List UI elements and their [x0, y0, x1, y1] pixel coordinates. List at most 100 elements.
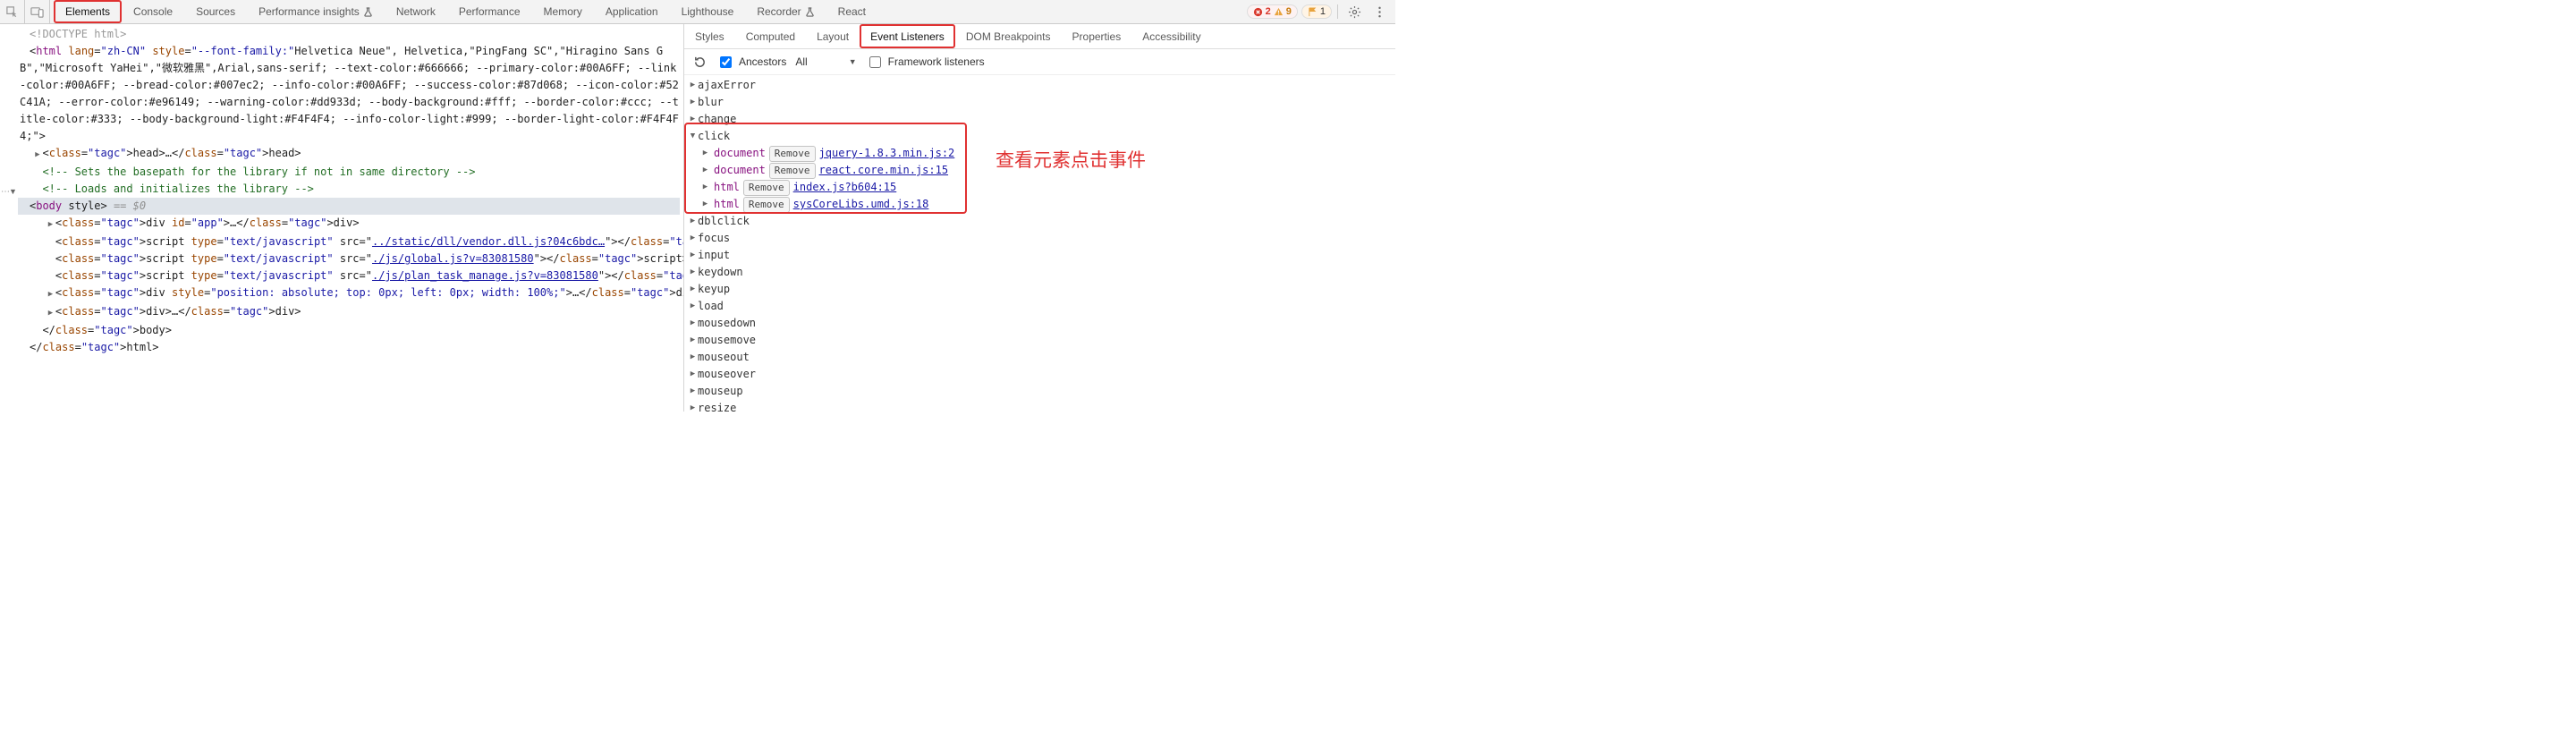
event-category-resize[interactable]: ▶resize: [688, 400, 1392, 412]
ancestors-label: Ancestors: [739, 55, 786, 68]
event-category-mousemove[interactable]: ▶mousemove: [688, 332, 1392, 349]
event-category-label: dblclick: [698, 213, 750, 230]
disclosure-icon: ▶: [688, 315, 698, 332]
event-category-blur[interactable]: ▶blur: [688, 94, 1392, 111]
disclosure-icon[interactable]: ▶: [700, 196, 710, 213]
event-listener-item: ▶html Remove sysCoreLibs.umd.js:18: [688, 196, 1392, 213]
disclosure-icon: ▼: [688, 128, 698, 145]
listener-source-link[interactable]: react.core.min.js:15: [819, 162, 949, 179]
gutter-expand-icon[interactable]: ▼: [9, 187, 17, 196]
event-category-mouseover[interactable]: ▶mouseover: [688, 366, 1392, 383]
source-link[interactable]: ../static/dll/vendor.dll.js?04c6bdc…: [372, 235, 605, 248]
dom-line[interactable]: </class="tagc">body>: [18, 322, 680, 339]
event-category-load[interactable]: ▶load: [688, 298, 1392, 315]
event-category-input[interactable]: ▶input: [688, 247, 1392, 264]
subtab-computed[interactable]: Computed: [735, 24, 806, 48]
event-category-keydown[interactable]: ▶keydown: [688, 264, 1392, 281]
source-link[interactable]: ./js/plan_task_manage.js?v=83081580: [372, 269, 598, 282]
remove-listener-button[interactable]: Remove: [769, 146, 816, 162]
dom-line[interactable]: ▶<class="tagc">div>…</class="tagc">div>: [18, 303, 680, 322]
remove-listener-button[interactable]: Remove: [769, 163, 816, 179]
device-toolbar-button[interactable]: [25, 0, 50, 23]
warning-icon: [1274, 7, 1284, 17]
tab-elements[interactable]: Elements: [54, 0, 122, 23]
elements-dom-pane: ⋯ ▼ <!DOCTYPE html><html lang="zh-CN" st…: [0, 24, 684, 412]
dom-line[interactable]: ▶<class="tagc">div id="app">…</class="ta…: [18, 215, 680, 233]
filter-dropdown[interactable]: All ▼: [795, 55, 856, 68]
event-category-label: focus: [698, 230, 730, 247]
tab-react[interactable]: React: [826, 0, 877, 23]
ancestors-checkbox[interactable]: Ancestors: [716, 54, 786, 71]
event-category-keyup[interactable]: ▶keyup: [688, 281, 1392, 298]
subtab-dom-breakpoints[interactable]: DOM Breakpoints: [955, 24, 1062, 48]
ancestors-checkbox-input[interactable]: [720, 56, 732, 68]
event-listeners-toolbar: Ancestors All ▼ Framework listeners: [684, 49, 1395, 75]
listener-source-link[interactable]: index.js?b604:15: [793, 179, 897, 196]
event-category-click[interactable]: ▼click: [688, 128, 1392, 145]
event-category-label: change: [698, 111, 736, 128]
dom-line[interactable]: <!-- Sets the basepath for the library i…: [18, 164, 680, 181]
refresh-button[interactable]: [691, 51, 708, 72]
settings-button[interactable]: [1343, 1, 1365, 22]
disclosure-icon[interactable]: ▶: [700, 179, 710, 196]
disclosure-icon: ▶: [688, 281, 698, 298]
dom-line[interactable]: <html lang="zh-CN" style="--font-family:…: [18, 43, 680, 145]
event-category-ajaxError[interactable]: ▶ajaxError: [688, 77, 1392, 94]
subtab-styles[interactable]: Styles: [684, 24, 735, 48]
dom-line-selected[interactable]: <body style> == $0: [18, 198, 680, 215]
tab-recorder[interactable]: Recorder: [745, 0, 826, 23]
tab-performance[interactable]: Performance: [447, 0, 532, 23]
remove-listener-button[interactable]: Remove: [743, 197, 790, 213]
event-category-change[interactable]: ▶change: [688, 111, 1392, 128]
source-link[interactable]: ./js/global.js?v=83081580: [372, 252, 534, 265]
more-menu-button[interactable]: [1368, 1, 1390, 22]
tab-label: Performance insights: [258, 5, 360, 18]
tab-memory[interactable]: Memory: [532, 0, 594, 23]
tab-label: React: [838, 5, 866, 18]
dom-line[interactable]: <!DOCTYPE html>: [18, 26, 680, 43]
error-warning-badge[interactable]: 2 9: [1247, 4, 1298, 19]
dom-line[interactable]: </class="tagc">html>: [18, 339, 680, 356]
event-category-mousedown[interactable]: ▶mousedown: [688, 315, 1392, 332]
error-icon: [1253, 7, 1263, 17]
tab-application[interactable]: Application: [594, 0, 670, 23]
remove-listener-button[interactable]: Remove: [743, 180, 790, 196]
subtab-accessibility[interactable]: Accessibility: [1131, 24, 1211, 48]
disclosure-icon: ▶: [688, 383, 698, 400]
subtab-layout[interactable]: Layout: [806, 24, 860, 48]
tab-console[interactable]: Console: [122, 0, 184, 23]
event-category-focus[interactable]: ▶focus: [688, 230, 1392, 247]
dom-line[interactable]: <class="tagc">script type="text/javascri…: [18, 267, 680, 284]
inspect-element-button[interactable]: [0, 0, 25, 23]
listener-source-link[interactable]: jquery-1.8.3.min.js:2: [819, 145, 955, 162]
event-category-mouseup[interactable]: ▶mouseup: [688, 383, 1392, 400]
issues-badge[interactable]: 1: [1301, 4, 1332, 19]
framework-listeners-checkbox[interactable]: Framework listeners: [866, 54, 985, 71]
dom-line[interactable]: <!-- Loads and initializes the library -…: [18, 181, 680, 198]
subtab-properties[interactable]: Properties: [1062, 24, 1132, 48]
tab-sources[interactable]: Sources: [184, 0, 247, 23]
tab-network[interactable]: Network: [385, 0, 447, 23]
tab-lighthouse[interactable]: Lighthouse: [670, 0, 746, 23]
dom-line[interactable]: ▶<class="tagc">div style="position: abso…: [18, 284, 680, 303]
subtab-event-listeners[interactable]: Event Listeners: [860, 24, 955, 48]
event-category-label: mouseover: [698, 366, 756, 383]
tab-label: Memory: [544, 5, 582, 18]
listener-scope: html: [714, 196, 740, 213]
beta-flask-icon: [363, 7, 373, 17]
listener-scope: document: [714, 162, 766, 179]
tab-performance-insights[interactable]: Performance insights: [247, 0, 385, 23]
disclosure-icon: ▶: [688, 94, 698, 111]
dom-line[interactable]: <class="tagc">script type="text/javascri…: [18, 250, 680, 267]
event-category-mouseout[interactable]: ▶mouseout: [688, 349, 1392, 366]
disclosure-icon[interactable]: ▶: [700, 162, 710, 179]
dom-line[interactable]: ▶<class="tagc">head>…</class="tagc">head…: [18, 145, 680, 164]
event-category-dblclick[interactable]: ▶dblclick: [688, 213, 1392, 230]
tab-label: Recorder: [757, 5, 801, 18]
disclosure-icon: ▶: [688, 213, 698, 230]
listener-scope: document: [714, 145, 766, 162]
dom-line[interactable]: <class="tagc">script type="text/javascri…: [18, 233, 680, 250]
listener-source-link[interactable]: sysCoreLibs.umd.js:18: [793, 196, 929, 213]
disclosure-icon[interactable]: ▶: [700, 145, 710, 162]
framework-checkbox-input[interactable]: [869, 56, 881, 68]
